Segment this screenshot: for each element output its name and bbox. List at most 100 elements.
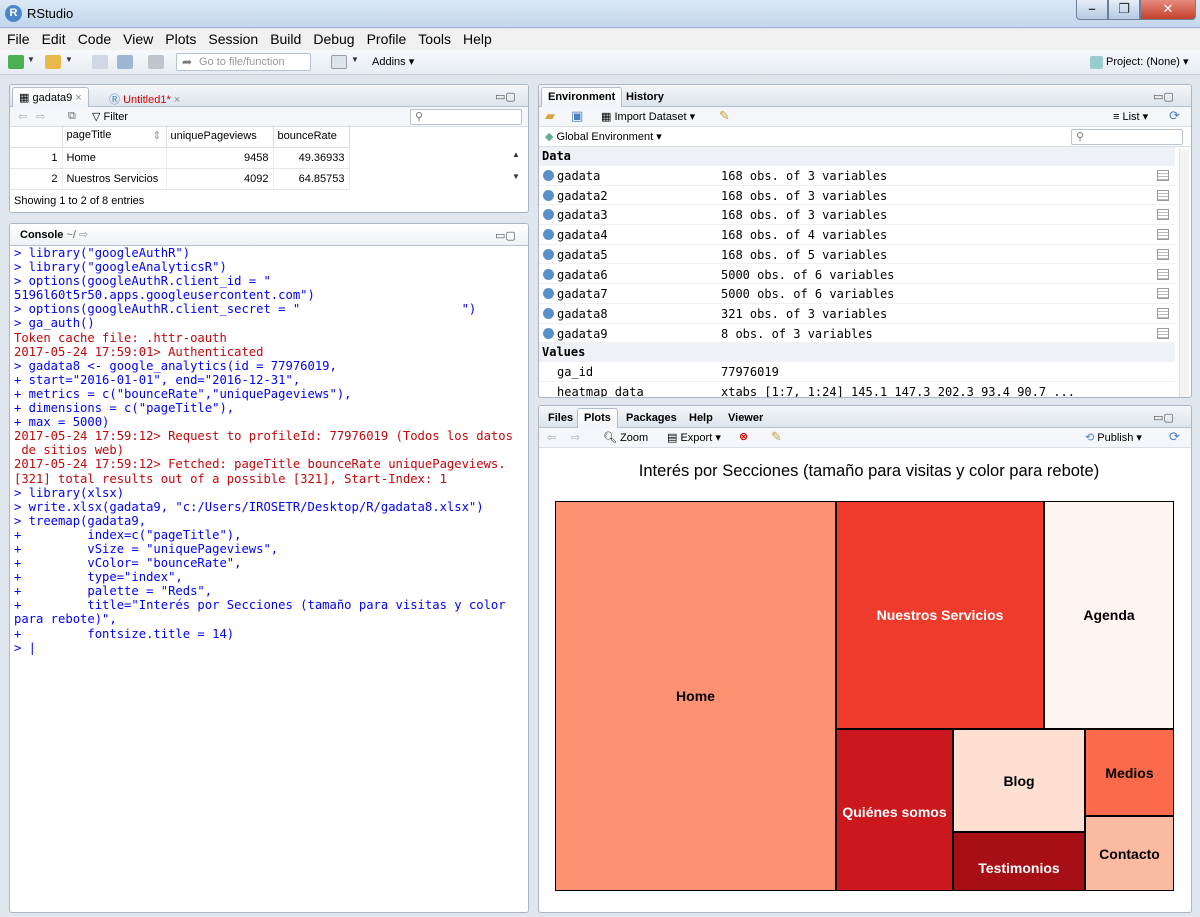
menu-help[interactable]: Help [456,29,497,47]
chevron-down-icon[interactable]: ▼ [65,55,73,64]
view-data-icon[interactable] [1157,209,1169,221]
column-header[interactable]: uniquePageviews [166,125,274,148]
close-button[interactable]: ✕ [1140,0,1196,20]
environment-object-row[interactable]: heatmap_data xtabs [1:7, 1:24] 145.1 147.… [539,382,1175,397]
console-line: + metrics = c("bounceRate","uniquePagevi… [14,386,352,401]
environment-object-row[interactable]: gadata7 5000 obs. of 6 variables [539,284,1175,304]
object-name: heatmap_data [557,385,644,397]
expand-object-icon[interactable] [543,248,554,260]
close-tab-icon[interactable]: × [75,92,81,104]
open-file-icon[interactable] [45,55,61,69]
expand-object-icon[interactable] [543,307,554,319]
data-search-input[interactable]: ⚲ [410,109,522,125]
save-icon[interactable] [92,55,108,69]
filter-button[interactable]: ▽ Filter [92,110,128,123]
goto-arrow-icon: ➦ [182,55,193,69]
environment-section-header[interactable]: Values [539,343,1175,363]
environment-object-row[interactable]: gadata9 8 obs. of 3 variables [539,324,1175,344]
view-data-icon[interactable] [1157,268,1169,280]
minimize-maximize-icon[interactable]: ▭▢ [495,229,516,242]
view-mode-menu[interactable]: ≡ List ▾ [1113,110,1148,123]
save-all-icon[interactable] [117,55,133,69]
menu-build[interactable]: Build [263,29,306,47]
column-header[interactable] [10,125,63,148]
tab-untitled1[interactable]: Ⓡ Untitled1* × [102,87,187,107]
environment-object-row[interactable]: gadata2 168 obs. of 3 variables [539,186,1175,206]
environment-scope-menu[interactable]: ◆ Global Environment ▾ [545,130,662,143]
view-data-icon[interactable] [1157,288,1169,300]
tab-environment[interactable]: Environment [541,87,623,107]
print-icon[interactable] [148,55,164,69]
cell: Nuestros Servicios [62,168,167,190]
column-header[interactable]: bounceRate [273,125,350,148]
tab-history[interactable]: History [619,87,671,107]
scroll-down-icon[interactable]: ▼ [512,172,520,181]
console-line: para rebote)", [14,612,117,627]
expand-object-icon[interactable] [543,189,554,201]
back-arrow-icon[interactable]: ⇦ [18,110,27,123]
view-data-icon[interactable] [1157,189,1169,201]
minimize-maximize-icon[interactable]: ▭▢ [495,90,516,103]
menu-code[interactable]: Code [71,29,116,47]
expand-object-icon[interactable] [543,288,554,300]
save-workspace-icon[interactable]: ▣ [571,108,583,124]
minimize-button[interactable]: – [1076,0,1108,20]
treemap-cell: Contacto [1085,816,1174,891]
expand-object-icon[interactable] [543,268,554,280]
environment-object-row[interactable]: gadata 168 obs. of 3 variables [539,166,1175,186]
view-data-icon[interactable] [1157,170,1169,181]
maximize-button[interactable]: ❐ [1108,0,1140,20]
environment-object-row[interactable]: ga_id 77976019 [539,362,1175,382]
goto-file-input[interactable]: ➦ Go to file/function [176,53,311,71]
view-data-icon[interactable] [1157,229,1169,241]
view-data-icon[interactable] [1157,307,1169,319]
minimize-maximize-icon[interactable]: ▭▢ [1153,90,1174,103]
go-to-directory-icon[interactable]: ⇨ [79,229,88,241]
object-value: 168 obs. of 4 variables [721,228,888,243]
chevron-down-icon[interactable]: ▼ [351,55,359,64]
load-workspace-icon[interactable]: ▰ [545,108,555,124]
menu-session[interactable]: Session [201,29,263,47]
console-output[interactable]: > library("googleAuthR") > library("googl… [14,246,522,910]
expand-object-icon[interactable] [543,327,554,339]
environment-object-row[interactable]: gadata5 168 obs. of 5 variables [539,245,1175,265]
project-menu[interactable]: Project: (None) ▾ [1090,55,1189,69]
object-name: gadata5 [557,247,608,262]
grid-layout-icon[interactable] [331,55,347,69]
menu-view[interactable]: View [116,29,158,47]
new-file-icon[interactable] [8,55,24,69]
forward-arrow-icon[interactable]: ⇨ [36,110,45,123]
menu-plots[interactable]: Plots [158,29,201,47]
column-header[interactable]: pageTitle ⇕ [62,125,167,148]
menu-tools[interactable]: Tools [411,29,456,47]
close-tab-icon[interactable]: × [174,94,180,106]
environment-object-row[interactable]: gadata4 168 obs. of 4 variables [539,225,1175,245]
menu-edit[interactable]: Edit [35,29,71,47]
expand-object-icon[interactable] [543,170,554,181]
refresh-icon[interactable]: ⟳ [1169,108,1180,124]
menu-debug[interactable]: Debug [306,29,359,47]
object-value: 168 obs. of 3 variables [721,188,888,203]
view-data-icon[interactable] [1157,327,1169,339]
tab-gadata9[interactable]: ▦ gadata9 × [12,87,89,107]
environment-object-row[interactable]: gadata6 5000 obs. of 6 variables [539,265,1175,285]
treemap-cell-label: Home [676,688,715,704]
environment-object-row[interactable]: gadata3 168 obs. of 3 variables [539,205,1175,226]
import-dataset-button[interactable]: ▦ Import Dataset ▾ [601,110,695,123]
environment-section-header[interactable]: Data [539,147,1175,166]
chevron-down-icon[interactable]: ▼ [27,55,35,64]
pop-out-icon[interactable]: ⧉ [68,110,76,123]
expand-object-icon[interactable] [543,229,554,241]
environment-object-row[interactable]: gadata8 321 obs. of 3 variables [539,304,1175,324]
expand-object-icon[interactable] [543,209,554,221]
environment-search-input[interactable]: ⚲ [1071,129,1183,145]
broom-icon[interactable]: ✎ [719,108,730,124]
view-data-icon[interactable] [1157,248,1169,260]
scroll-up-icon[interactable]: ▲ [512,150,520,159]
menu-profile[interactable]: Profile [360,29,412,47]
menu-file[interactable]: File [0,29,35,47]
addins-menu[interactable]: Addins ▾ [372,55,414,68]
environment-scrollbar[interactable] [1179,149,1189,397]
main-toolbar: ▼ ▼ ➦ Go to file/function ▼ Addins ▾ Pro… [0,50,1200,75]
treemap-cell: Quiénes somos [836,729,953,891]
